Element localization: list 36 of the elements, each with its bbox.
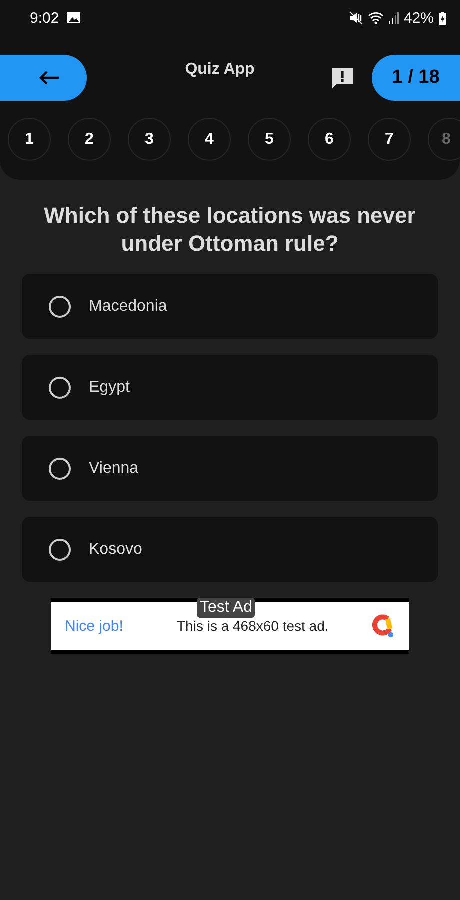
radio-button[interactable]	[49, 376, 71, 398]
back-button[interactable]	[0, 55, 87, 101]
question-text: Which of these locations was never under Ottoman rule?	[43, 202, 417, 258]
feedback-icon[interactable]	[331, 66, 354, 90]
battery-icon	[439, 12, 446, 24]
wifi-icon	[368, 11, 384, 25]
answer-option[interactable]: Macedonia	[22, 274, 438, 339]
question-number-button[interactable]: 1	[8, 118, 51, 161]
image-icon	[67, 12, 82, 24]
question-number-button[interactable]: 5	[248, 118, 291, 161]
option-label: Macedonia	[89, 298, 168, 316]
answer-option[interactable]: Egypt	[22, 355, 438, 420]
radio-button[interactable]	[49, 538, 71, 560]
question-number-button[interactable]: 3	[128, 118, 171, 161]
radio-button[interactable]	[49, 296, 71, 318]
question-number-button[interactable]: 7	[368, 118, 411, 161]
app-title: Quiz App	[184, 61, 256, 79]
ad-headline: Nice job!	[65, 618, 124, 634]
status-time: 9:02	[30, 10, 60, 26]
question-number-button[interactable]: 6	[308, 118, 351, 161]
option-label: Kosovo	[89, 540, 142, 558]
mute-icon	[348, 11, 363, 25]
answer-option[interactable]: Vienna	[22, 436, 438, 501]
back-arrow-icon	[38, 70, 60, 86]
test-ad-label: Test Ad	[197, 598, 256, 618]
battery-percent: 42%	[404, 10, 434, 26]
radio-button[interactable]	[49, 458, 71, 480]
ad-text: This is a 468x60 test ad.	[177, 618, 330, 634]
question-number-button[interactable]: 4	[188, 118, 231, 161]
question-number-button[interactable]: 2	[68, 118, 111, 161]
ad-logo-icon	[371, 614, 395, 638]
option-label: Vienna	[89, 460, 139, 478]
answer-option[interactable]: Kosovo	[22, 517, 438, 582]
signal-icon	[388, 12, 399, 24]
option-label: Egypt	[89, 378, 130, 396]
question-counter[interactable]: 1 / 18	[372, 55, 460, 101]
